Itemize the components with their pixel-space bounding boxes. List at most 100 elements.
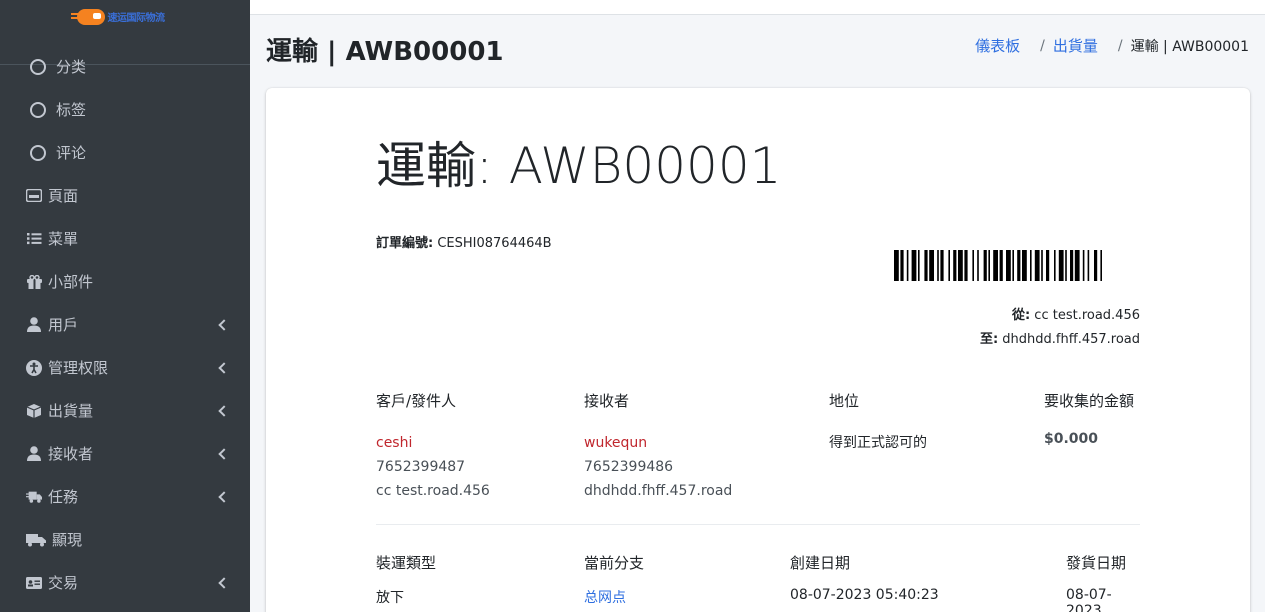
sidebar-item-category[interactable]: 分类 [0,45,250,88]
section-divider [376,524,1140,525]
sidebar-item-widgets[interactable]: 小部件 [0,260,250,303]
truck-logo-icon [70,5,105,27]
brand-logo[interactable]: 速运国际物流 [70,5,166,27]
to-value: dhdhdd.fhff.457.road [1002,332,1140,347]
sender-phone: 7652399487 [376,459,466,475]
sidebar-item-pages[interactable]: 頁面 [0,174,250,217]
barcode [894,250,1102,281]
breadcrumb-shipments-link[interactable]: 出貨量 [1053,35,1098,56]
circle-icon [30,144,46,161]
sidebar-item-tasks[interactable]: 任務 [0,475,250,518]
sidebar-item-label: 标签 [56,101,87,119]
page-title: 運輸 | AWB00001 [266,37,504,67]
ship-date-header: 發貨日期 [1066,554,1127,572]
receiver-header: 接收者 [584,392,630,410]
shipping-type-value: 放下 [376,590,404,606]
chevron-left-icon [218,361,230,374]
sidebar-item-label: 出貨量 [48,402,94,420]
circle-icon [30,58,46,75]
shipment-heading: 運輸: AWB00001 [376,137,782,195]
chevron-left-icon [218,447,230,460]
ship-date-column: 發貨日期 08-07-2023 [1066,552,1140,612]
chevron-left-icon [218,576,230,589]
created-column: 創建日期 08-07-2023 05:40:23 [790,552,939,603]
breadcrumb-separator: / [1040,37,1045,54]
sidebar-item-label: 接收者 [48,445,94,463]
sidebar-item-label: 任務 [48,488,79,506]
page-icon [26,188,42,204]
branch-column: 當前分支 总网点 [584,552,644,607]
amount-column: 要收集的金額 $0.000 [1044,390,1134,447]
sidebar-item-manifest[interactable]: 顯現 [0,518,250,561]
sidebar-item-comments[interactable]: 评论 [0,131,250,174]
truck-fast-icon [26,489,42,505]
shipping-type-column: 裝運類型 放下 [376,552,436,607]
sidebar-item-tags[interactable]: 标签 [0,88,250,131]
breadcrumb-separator: / [1117,37,1123,54]
route-info: 從: cc test.road.456 至: dhdhdd.fhff.457.r… [980,304,1140,352]
receiver-name: wukequn [584,435,648,451]
ship-date-value: 08-07-2023 [1066,587,1112,612]
sender-address: cc test.road.456 [376,483,490,499]
sidebar-item-label: 交易 [48,574,79,592]
from-value: cc test.road.456 [1034,308,1140,323]
branch-link[interactable]: 总网点 [584,590,626,606]
breadcrumb-dashboard-link[interactable]: 儀表板 [975,35,1020,56]
receiver-column: 接收者 wukequn 7652399486 dhdhdd.fhff.457.r… [584,390,732,503]
sidebar-item-label: 分类 [56,58,87,76]
chevron-left-icon [218,318,230,331]
sidebar-item-label: 管理权限 [48,359,109,377]
sidebar-item-label: 评论 [56,144,87,162]
amount-header: 要收集的金額 [1044,392,1135,410]
to-line: 至: dhdhdd.fhff.457.road [980,328,1140,352]
user-icon [26,446,42,462]
from-label: 從: [1011,308,1031,323]
sidebar-nav: 分类 标签 评论 頁面 菜單 小部件 用戶 管理权限 出貨量 接收者 任務 顯現… [0,45,250,604]
receiver-address: dhdhdd.fhff.457.road [584,483,733,499]
top-navbar [250,0,1265,15]
sidebar-item-menus[interactable]: 菜單 [0,217,250,260]
sidebar-item-transactions[interactable]: 交易 [0,561,250,604]
sidebar-item-receivers[interactable]: 接收者 [0,432,250,475]
gift-icon [26,274,42,290]
breadcrumb: 儀表板 / 出貨量 / 運輸 | AWB00001 [975,35,1249,56]
user-icon [26,317,42,333]
breadcrumb-current: 運輸 | AWB00001 [1130,38,1249,55]
status-header: 地位 [829,392,860,410]
list-icon [26,231,42,247]
status-value: 得到正式認可的 [829,435,927,451]
amount-value: $0.000 [1044,431,1099,447]
created-header: 創建日期 [790,554,851,572]
from-line: 從: cc test.road.456 [980,304,1140,328]
sidebar-item-label: 顯現 [52,531,83,549]
truck-icon [26,532,46,548]
sidebar-item-label: 小部件 [48,273,94,291]
circle-icon [30,101,46,118]
branch-header: 當前分支 [584,554,645,572]
shipping-type-header: 裝運類型 [376,554,437,572]
chevron-left-icon [218,490,230,503]
created-value: 08-07-2023 05:40:23 [790,587,939,603]
sidebar-item-label: 用戶 [48,316,79,334]
sidebar: 速运国际物流 分类 标签 评论 頁面 菜單 小部件 用戶 管理权限 出貨量 接收… [0,0,250,612]
receiver-phone: 7652399486 [584,459,674,475]
sender-header: 客戶/發件人 [376,392,457,410]
accessibility-icon [26,359,42,376]
sidebar-item-label: 菜單 [48,230,79,248]
boxes-icon [26,403,42,419]
shipment-card: 運輸: AWB00001 訂單編號: CESHI08764464B 從: cc … [266,88,1250,612]
sidebar-item-permissions[interactable]: 管理权限 [0,346,250,389]
brand-text: 速运国际物流 [107,12,166,24]
order-number: 訂單編號: CESHI08764464B [376,232,552,251]
sender-column: 客戶/發件人 ceshi 7652399487 cc test.road.456 [376,390,490,503]
sidebar-item-users[interactable]: 用戶 [0,303,250,346]
to-label: 至: [979,332,999,347]
order-number-value: CESHI08764464B [437,236,552,251]
content-header: 運輸 | AWB00001 儀表板 / 出貨量 / 運輸 | AWB00001 [250,15,1265,80]
sender-name: ceshi [376,435,413,451]
sidebar-item-label: 頁面 [48,187,79,205]
order-number-label: 訂單編號: [376,236,434,251]
status-column: 地位 得到正式認可的 [829,390,927,455]
sidebar-item-shipments[interactable]: 出貨量 [0,389,250,432]
chevron-left-icon [218,404,230,417]
